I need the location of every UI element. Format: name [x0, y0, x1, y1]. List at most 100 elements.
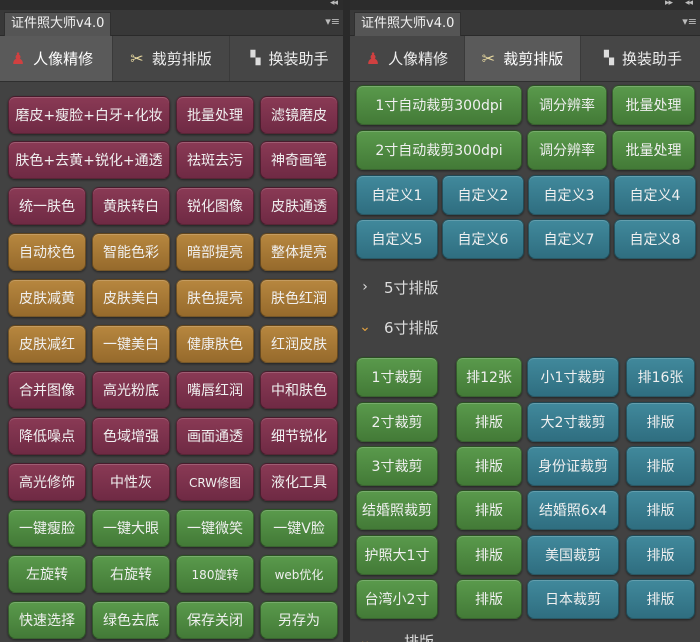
tool-button[interactable]: 高光修饰 [8, 463, 86, 501]
tool-button[interactable]: 智能色彩 [92, 233, 170, 271]
tool-button[interactable]: 嘴唇红润 [176, 371, 254, 409]
tool-button[interactable]: 绿色去底 [92, 601, 170, 639]
custom-preset-button[interactable]: 自定义1 [356, 175, 438, 215]
crop-button[interactable]: 护照大1寸 [356, 535, 438, 575]
tab-crop-layout[interactable]: ✂ 裁剪排版 [465, 36, 581, 81]
collapse-icon[interactable]: ◂◂ [330, 0, 338, 8]
tab-crop-layout[interactable]: ✂ 裁剪排版 [113, 36, 230, 81]
collapse-icon[interactable]: ◂◂ [685, 0, 693, 8]
tool-button[interactable]: 左旋转 [8, 555, 86, 593]
crop-button[interactable]: 3寸裁剪 [356, 446, 438, 486]
tool-button[interactable]: 红润皮肤 [260, 325, 338, 363]
tool-button[interactable]: 右旋转 [92, 555, 170, 593]
layout-button[interactable]: 排版 [626, 535, 695, 575]
tool-button[interactable]: 中和肤色 [260, 371, 338, 409]
tab-outfit-helper[interactable]: ▚ 换装助手 [230, 36, 343, 81]
custom-preset-button[interactable]: 自定义6 [442, 219, 524, 259]
tool-button[interactable]: 一键V脸 [260, 509, 338, 547]
tool-button[interactable]: 另存为 [260, 601, 338, 639]
batch-button[interactable]: 批量处理 [612, 85, 695, 125]
tool-button[interactable]: 液化工具 [260, 463, 338, 501]
layout-button[interactable]: 排版 [456, 490, 522, 530]
crop-button[interactable]: 大2寸裁剪 [527, 402, 619, 442]
panel-menu-icon[interactable]: ▾≡ [325, 15, 340, 28]
tool-button[interactable]: 细节锐化 [260, 417, 338, 455]
tool-button[interactable]: 中性灰 [92, 463, 170, 501]
section-header[interactable]: › 5寸排版 [358, 274, 438, 300]
crop-button[interactable]: 小1寸裁剪 [527, 357, 619, 397]
tool-button[interactable]: 快速选择 [8, 601, 86, 639]
tool-button[interactable]: 肤色红润 [260, 279, 338, 317]
section-header[interactable]: ⌄ 排版 [358, 628, 434, 642]
tool-button[interactable]: CRW修图 [176, 463, 254, 501]
tool-button[interactable]: 祛斑去污 [176, 141, 254, 179]
tool-button[interactable]: 统一肤色 [8, 187, 86, 225]
batch-button[interactable]: 批量处理 [612, 130, 695, 170]
crop-button[interactable]: 结婚照6x4 [527, 490, 619, 530]
tab-portrait-retouch[interactable]: ♟ 人像精修 [0, 36, 113, 81]
layout-button[interactable]: 排版 [456, 579, 522, 619]
tool-button[interactable]: 高光粉底 [92, 371, 170, 409]
tool-button[interactable]: 皮肤减红 [8, 325, 86, 363]
tool-button[interactable]: 磨皮+瘦脸+白牙+化妆 [8, 96, 170, 134]
tool-button[interactable]: 皮肤通透 [260, 187, 338, 225]
tool-button[interactable]: 整体提亮 [260, 233, 338, 271]
layout-button[interactable]: 排版 [456, 535, 522, 575]
custom-preset-button[interactable]: 自定义2 [442, 175, 524, 215]
custom-preset-button[interactable]: 自定义7 [528, 219, 610, 259]
tool-button[interactable]: 色域增强 [92, 417, 170, 455]
layout-button[interactable]: 排版 [626, 490, 695, 530]
tool-button[interactable]: 滤镜磨皮 [260, 96, 338, 134]
crop-button[interactable]: 2寸裁剪 [356, 402, 438, 442]
tool-button[interactable]: 批量处理 [176, 96, 254, 134]
custom-preset-button[interactable]: 自定义3 [528, 175, 610, 215]
tool-button[interactable]: web优化 [260, 555, 338, 593]
layout-button[interactable]: 排版 [626, 402, 695, 442]
auto-crop-button[interactable]: 2寸自动裁剪300dpi [356, 130, 522, 170]
resolution-button[interactable]: 调分辨率 [527, 130, 607, 170]
tool-button[interactable]: 皮肤美白 [92, 279, 170, 317]
tool-button[interactable]: 合并图像 [8, 371, 86, 409]
crop-button[interactable]: 身份证裁剪 [527, 446, 619, 486]
tool-button[interactable]: 一键大眼 [92, 509, 170, 547]
panel-title[interactable]: 证件照大师v4.0 [354, 12, 462, 36]
tool-button[interactable]: 画面通透 [176, 417, 254, 455]
tool-button[interactable]: 自动校色 [8, 233, 86, 271]
tool-button[interactable]: 保存关闭 [176, 601, 254, 639]
layout-button[interactable]: 排版 [456, 402, 522, 442]
layout-button[interactable]: 排版 [456, 446, 522, 486]
tool-button[interactable]: 肤色+去黄+锐化+通透 [8, 141, 170, 179]
panel-menu-icon[interactable]: ▾≡ [682, 15, 697, 28]
layout-button[interactable]: 排16张 [626, 357, 695, 397]
tool-button[interactable]: 神奇画笔 [260, 141, 338, 179]
tool-button[interactable]: 锐化图像 [176, 187, 254, 225]
tool-button[interactable]: 肤色提亮 [176, 279, 254, 317]
tool-button[interactable]: 一键美白 [92, 325, 170, 363]
crop-button[interactable]: 美国裁剪 [527, 535, 619, 575]
layout-button[interactable]: 排版 [626, 579, 695, 619]
tool-button[interactable]: 黄肤转白 [92, 187, 170, 225]
tab-portrait-retouch[interactable]: ♟ 人像精修 [350, 36, 465, 81]
tool-button[interactable]: 暗部提亮 [176, 233, 254, 271]
expand-icon[interactable]: ▸▸ [665, 0, 673, 8]
crop-button[interactable]: 日本裁剪 [527, 579, 619, 619]
section-header[interactable]: ⌄ 6寸排版 [358, 314, 438, 340]
custom-preset-button[interactable]: 自定义8 [614, 219, 696, 259]
tab-outfit-helper[interactable]: ▚ 换装助手 [581, 36, 700, 81]
custom-preset-button[interactable]: 自定义4 [614, 175, 696, 215]
resolution-button[interactable]: 调分辨率 [527, 85, 607, 125]
tool-button[interactable]: 一键瘦脸 [8, 509, 86, 547]
crop-button[interactable]: 台湾小2寸 [356, 579, 438, 619]
tool-button[interactable]: 180旋转 [176, 555, 254, 593]
tool-button[interactable]: 一键微笑 [176, 509, 254, 547]
tool-button[interactable]: 皮肤减黄 [8, 279, 86, 317]
layout-button[interactable]: 排版 [626, 446, 695, 486]
panel-title[interactable]: 证件照大师v4.0 [4, 12, 112, 36]
auto-crop-button[interactable]: 1寸自动裁剪300dpi [356, 85, 522, 125]
tool-button[interactable]: 降低噪点 [8, 417, 86, 455]
layout-button[interactable]: 排12张 [456, 357, 522, 397]
tool-button[interactable]: 健康肤色 [176, 325, 254, 363]
crop-button[interactable]: 结婚照裁剪 [356, 490, 438, 530]
crop-button[interactable]: 1寸裁剪 [356, 357, 438, 397]
custom-preset-button[interactable]: 自定义5 [356, 219, 438, 259]
